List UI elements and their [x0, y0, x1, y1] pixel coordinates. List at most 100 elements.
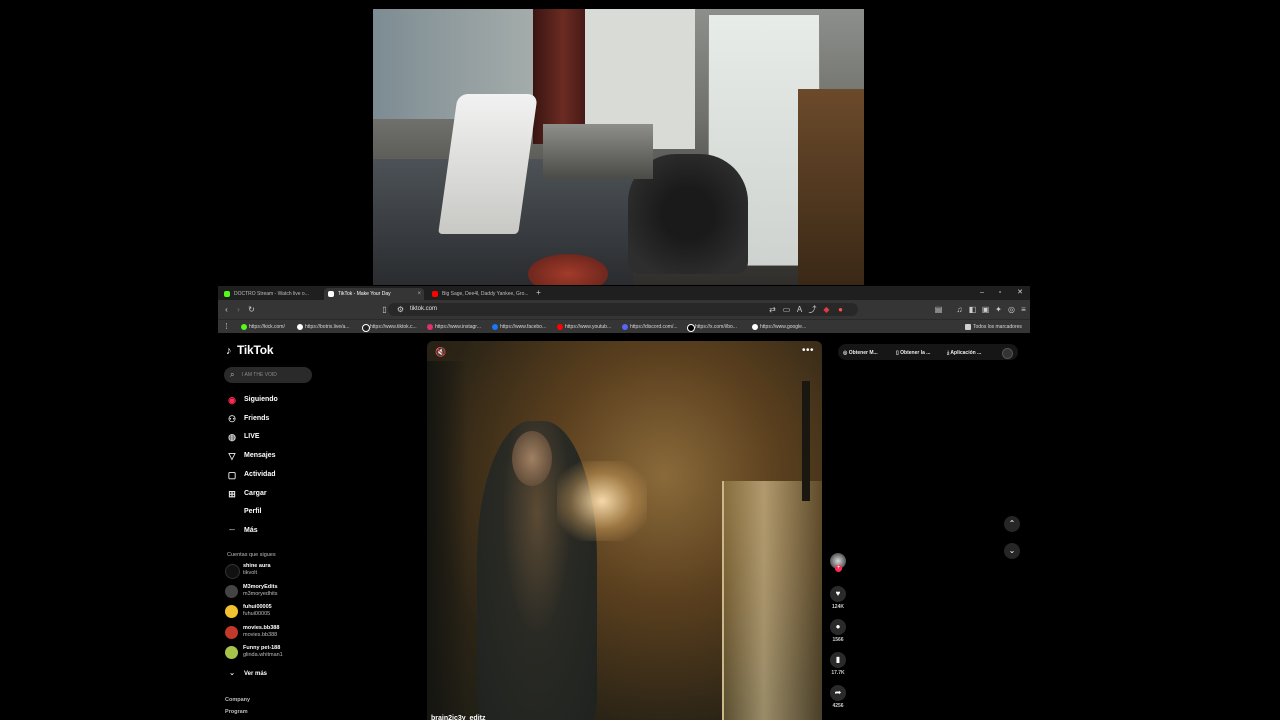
- minimize-button[interactable]: –: [972, 286, 992, 300]
- nav-live[interactable]: ◍ LIVE: [225, 430, 325, 444]
- facebook-favicon-icon: [492, 324, 498, 330]
- botrix-favicon-icon: [297, 324, 303, 330]
- bookmark-instagram[interactable]: https://www.instagr...: [426, 321, 481, 333]
- favorite-button[interactable]: ▮ 17.7K: [829, 652, 847, 676]
- forward-icon[interactable]: ›: [234, 305, 243, 314]
- youtube-favicon-icon: [557, 324, 563, 330]
- search-input[interactable]: ⌕ I AM THE VOID: [224, 367, 312, 383]
- tiktok-logo[interactable]: ♪ TikTok: [226, 343, 274, 357]
- extension-red-icon[interactable]: ●: [836, 305, 845, 314]
- close-window-button[interactable]: ✕: [1010, 286, 1030, 300]
- share-page-icon[interactable]: ⤴: [808, 305, 817, 314]
- split-view-icon[interactable]: ◧: [968, 305, 977, 314]
- nav-messages[interactable]: ▽ Mensajes: [225, 449, 325, 463]
- maximize-button[interactable]: ▫: [990, 286, 1010, 300]
- search-placeholder: I AM THE VOID: [242, 372, 277, 378]
- back-icon[interactable]: ‹: [222, 305, 231, 314]
- shelf: [543, 124, 653, 179]
- account-item[interactable]: movies.bb388 movies.bb388: [225, 623, 325, 641]
- upload-icon: ⊞: [228, 489, 236, 499]
- avatar: [225, 605, 238, 618]
- reload-icon[interactable]: ↻: [247, 305, 256, 314]
- footer-link-company[interactable]: Company: [225, 697, 250, 703]
- like-count: 124K: [832, 604, 844, 610]
- browser-window: DOCTRO Stream - Watch live o... TikTok -…: [218, 286, 1030, 720]
- bookmark-kick[interactable]: https://kick.com/: [240, 321, 285, 333]
- tiktok-note-icon: ♪: [226, 345, 232, 357]
- tab-tiktok[interactable]: TikTok - Make Your Day ×: [324, 288, 424, 300]
- bookmark-discord[interactable]: https://discord.com/...: [621, 321, 678, 333]
- comment-count: 1566: [832, 637, 844, 643]
- read-aloud-icon[interactable]: A: [795, 305, 804, 314]
- comment-icon: ●: [830, 619, 846, 635]
- bookmark-x[interactable]: https://x.com/i/bo...: [686, 321, 737, 333]
- collections-icon[interactable]: ▣: [981, 305, 990, 314]
- see-more-button[interactable]: ⌄ Ver más: [225, 667, 325, 681]
- menu-icon[interactable]: ≡: [1019, 305, 1028, 314]
- share-button[interactable]: ➦ 4256: [829, 685, 847, 709]
- footer-link-program[interactable]: Program: [225, 709, 248, 715]
- more-options-icon[interactable]: •••: [802, 345, 814, 356]
- account-item[interactable]: shine aura tikvolt: [225, 561, 325, 579]
- video-player[interactable]: 🔇 ••• brain2ic3y_editz: [427, 341, 822, 720]
- nav-profile[interactable]: Perfil: [225, 505, 325, 519]
- nav-more[interactable]: ∙∙∙ Más: [225, 524, 325, 538]
- avatar: [225, 564, 240, 579]
- following-accounts-title: Cuentas que sigues: [227, 552, 276, 558]
- screenshot-icon[interactable]: ▭: [782, 305, 791, 314]
- new-tab-button[interactable]: +: [534, 288, 543, 297]
- webcam-feed: [373, 9, 864, 285]
- kick-favicon-icon: [241, 324, 247, 330]
- profile-icon[interactable]: ◎: [1007, 305, 1016, 314]
- address-bar[interactable]: ⚙ tiktok.com ⇄ ▭ A ⤴ ◆ ●: [388, 303, 858, 316]
- instagram-favicon-icon: [427, 324, 433, 330]
- video-author[interactable]: brain2ic3y_editz: [431, 715, 485, 720]
- mobile-app-button[interactable]: ⤓ Aplicación ...: [947, 347, 981, 359]
- nav-activity[interactable]: ▢ Actividad: [225, 468, 325, 482]
- close-tab-icon[interactable]: ×: [417, 288, 421, 300]
- share-count: 4256: [832, 703, 844, 709]
- bookmark-youtube[interactable]: https://www.youtub...: [556, 321, 611, 333]
- site-info-icon[interactable]: ⚙: [396, 305, 405, 314]
- nav-following[interactable]: ◉ Siguiendo: [225, 393, 325, 407]
- tab-youtube[interactable]: Big Sage, Dee4l, Daddy Yankee, Gro...: [428, 288, 530, 300]
- account-item[interactable]: Funny pet-188 glinda.whitman1: [225, 643, 325, 661]
- extensions-icon[interactable]: ✦: [994, 305, 1003, 314]
- media-icon[interactable]: ♫: [955, 305, 964, 314]
- video-candle: [802, 381, 810, 501]
- bookmark-tiktok[interactable]: https://www.tiktok.c...: [361, 321, 417, 333]
- tab-kick[interactable]: DOCTRO Stream - Watch live o...: [220, 288, 322, 300]
- video-glass: [722, 481, 822, 720]
- get-coins-button[interactable]: ◎ Obtener M...: [843, 347, 878, 359]
- user-avatar[interactable]: [1002, 348, 1013, 359]
- comment-button[interactable]: ● 1566: [829, 619, 847, 643]
- bookmark-facebook[interactable]: https://www.facebo...: [491, 321, 546, 333]
- all-bookmarks-button[interactable]: Todos los marcadores: [964, 321, 1022, 333]
- bookmark-google[interactable]: https://www.google...: [751, 321, 806, 333]
- mute-icon[interactable]: 🔇: [435, 347, 446, 358]
- video-face: [512, 431, 552, 486]
- discord-favicon-icon: [622, 324, 628, 330]
- google-favicon-icon: [752, 324, 758, 330]
- previous-video-button[interactable]: ⌃: [1004, 516, 1020, 532]
- translate-icon[interactable]: ⇄: [768, 305, 777, 314]
- next-video-button[interactable]: ⌄: [1004, 543, 1020, 559]
- follow-plus-icon[interactable]: +: [835, 565, 842, 572]
- avatar: [225, 585, 238, 598]
- nav-friends[interactable]: ⚇ Friends: [225, 412, 325, 426]
- more-icon: ∙∙∙: [229, 527, 235, 534]
- nav-upload[interactable]: ⊞ Cargar: [225, 487, 325, 501]
- account-item[interactable]: fuhui00005 fuhui00005: [225, 602, 325, 620]
- like-button[interactable]: ♥ 124K: [829, 586, 847, 610]
- get-app-button[interactable]: ▯ Obtener la ...: [896, 347, 930, 359]
- extension-icon[interactable]: ◆: [822, 305, 831, 314]
- bookmark-botrix[interactable]: https://botrix.live/a...: [296, 321, 349, 333]
- apps-grid-icon[interactable]: ⁞: [222, 322, 231, 331]
- video-left-shadow: [427, 361, 467, 720]
- tab-bar: DOCTRO Stream - Watch live o... TikTok -…: [218, 286, 1030, 300]
- cabinet-right: [798, 89, 864, 285]
- sidebar-toggle-icon[interactable]: ▤: [934, 305, 943, 314]
- account-item[interactable]: M3moryEdits m3moryedhits: [225, 582, 325, 600]
- url-text: tiktok.com: [410, 306, 438, 312]
- favorite-count: 17.7K: [831, 670, 845, 676]
